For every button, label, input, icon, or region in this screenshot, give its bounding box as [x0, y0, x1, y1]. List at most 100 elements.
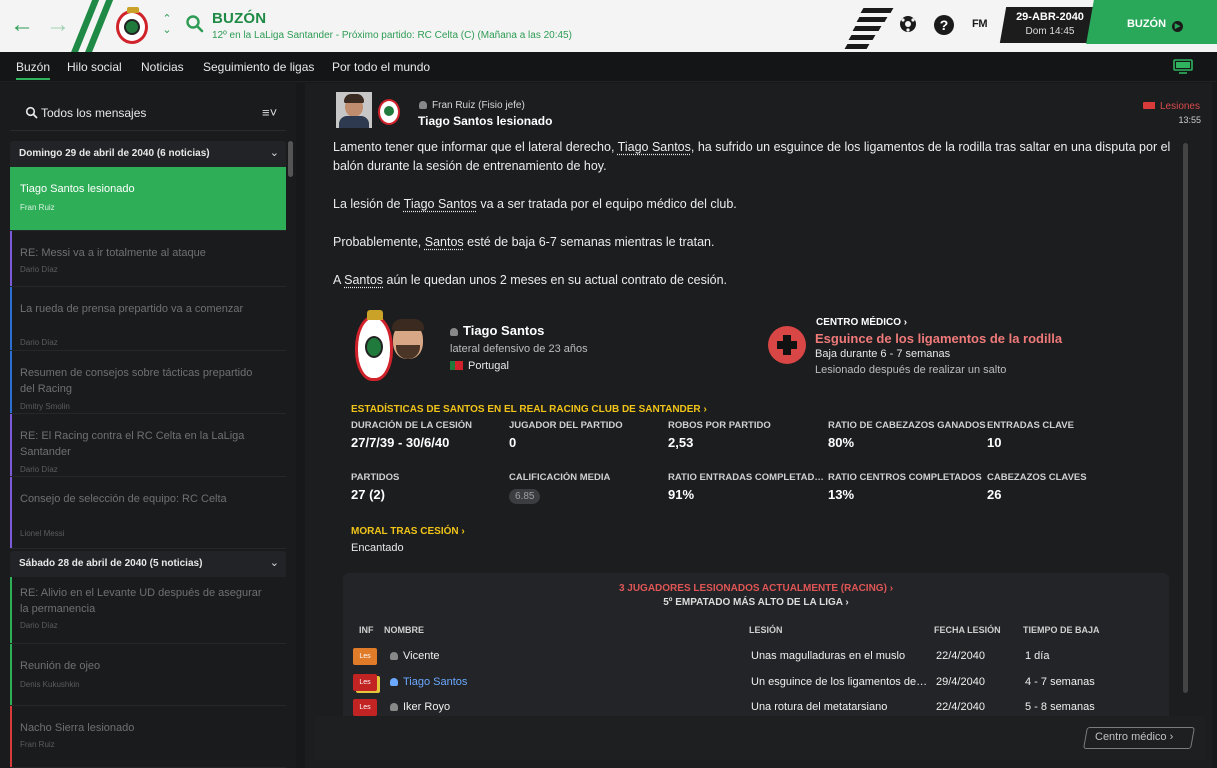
- search-icon[interactable]: [25, 106, 38, 119]
- stat-cross-completion: RATIO CENTROS COMPLETADOS 13%: [828, 472, 986, 502]
- stat-loan-duration: DURACIÓN DE LA CESIÓN 27/7/39 - 30/6/40: [351, 420, 509, 450]
- list-scrollbar[interactable]: [288, 141, 293, 177]
- league-status-subtitle[interactable]: 12º en la LaLiga Santander - Próximo par…: [212, 30, 572, 41]
- sender-name[interactable]: Fran Ruiz (Fisio jefe): [419, 100, 525, 111]
- message-title: Nacho Sierra lesionado: [20, 722, 135, 734]
- chevron-down-icon[interactable]: ⌄: [270, 556, 279, 569]
- list-item-message[interactable]: RE: Messi va a ir totalmente al ataque D…: [10, 231, 286, 287]
- injury-badge: Les: [353, 648, 377, 665]
- list-item-message[interactable]: RE: El Racing contra el RC Celta en la L…: [10, 414, 286, 477]
- tab-news[interactable]: Noticias: [141, 60, 184, 74]
- player-name-cell[interactable]: Tiago Santos: [390, 676, 467, 688]
- sender-name-text: Fran Ruiz (Fisio jefe): [432, 100, 525, 111]
- column-header-injury-date[interactable]: FECHA LESIÓN: [934, 625, 1001, 635]
- stats-header-link[interactable]: ESTADÍSTICAS DE SANTOS EN EL REAL RACING…: [351, 404, 707, 415]
- morale-link[interactable]: MORAL TRAS CESIÓN ›: [351, 526, 465, 537]
- forward-arrow-icon[interactable]: →: [46, 11, 70, 39]
- player-name-cell[interactable]: Iker Royo: [390, 701, 450, 713]
- injured-count-text: 3 JUGADORES LESIONADOS ACTUALMENTE (RACI…: [618, 583, 887, 594]
- list-item-message[interactable]: Consejo de selección de equipo: RC Celta…: [10, 477, 286, 549]
- league-rank-link[interactable]: 5º EMPATADO MÁS ALTO DE LA LIGA ›: [343, 597, 1169, 608]
- group-title: Sábado 28 de abril de 2040 (5 noticias): [19, 558, 203, 569]
- injury-cell: Un esguince de los ligamentos de la rodi…: [751, 676, 929, 688]
- stat-value: 27/7/39 - 30/6/40: [351, 435, 450, 450]
- message-title: La rueda de prensa prepartido va a comen…: [20, 303, 244, 315]
- list-item-message[interactable]: Tiago Santos lesionado Fran Ruiz: [10, 167, 286, 231]
- person-icon: [419, 101, 427, 109]
- person-icon: [390, 703, 398, 711]
- player-name-cell[interactable]: Vicente: [390, 650, 440, 662]
- body-text: va a ser tratada por el equipo médico de…: [476, 197, 737, 211]
- action-footer: [315, 716, 1205, 760]
- current-time: Dom 14:45: [1025, 26, 1075, 37]
- search-icon[interactable]: [185, 14, 205, 34]
- message-sender: Dario Díaz: [20, 465, 58, 474]
- column-header-info[interactable]: INF: [359, 625, 374, 635]
- stat-player-of-match: JUGADOR DEL PARTIDO 0: [509, 420, 667, 450]
- list-item-message[interactable]: La rueda de prensa prepartido va a comen…: [10, 287, 286, 351]
- player-nationality[interactable]: Portugal: [450, 360, 509, 372]
- message-title: Reunión de ojeo: [20, 660, 101, 672]
- stat-label: CABEZAZOS CLAVES: [987, 472, 1087, 483]
- message-sender: Lionel Messi: [20, 529, 65, 538]
- back-arrow-icon[interactable]: ←: [10, 11, 34, 39]
- list-item-message[interactable]: Nacho Sierra lesionado Fran Ruiz: [10, 706, 286, 768]
- medical-centre-link[interactable]: CENTRO MÉDICO ›: [816, 317, 907, 328]
- table-row[interactable]: Les Vicente Unas magulladuras en el musl…: [343, 646, 1169, 670]
- table-row[interactable]: Les Tiago Santos Un esguince de los liga…: [343, 672, 1169, 696]
- group-title: Domingo 29 de abril de 2040 (6 noticias): [19, 148, 210, 159]
- list-item-message[interactable]: Resumen de consejos sobre tácticas prepa…: [10, 351, 286, 414]
- column-header-name[interactable]: NOMBRE: [384, 625, 424, 635]
- help-icon[interactable]: ?: [934, 15, 954, 35]
- monitor-icon[interactable]: [1173, 59, 1193, 74]
- nationality-text: Portugal: [468, 360, 509, 372]
- club-crest-icon[interactable]: [378, 99, 400, 125]
- filter-label[interactable]: Todos los mensajes: [41, 106, 146, 120]
- inbox-list-panel: Todos los mensajes ≡˅ Domingo 29 de abri…: [0, 83, 296, 768]
- body-paragraph: Lamento tener que informar que el latera…: [333, 138, 1173, 176]
- chevron-down-icon[interactable]: ⌄: [270, 146, 279, 159]
- tab-inbox[interactable]: Buzón: [16, 60, 51, 80]
- list-item-message[interactable]: RE: Alivio en el Levante UD después de a…: [10, 577, 286, 644]
- message-title: Consejo de selección de equipo: RC Celta: [20, 493, 227, 505]
- message-category-tag[interactable]: Lesiones: [1142, 101, 1200, 112]
- rating-badge: 6.85: [509, 489, 541, 504]
- list-item-message[interactable]: Reunión de ojeo Denis Kukushkin: [10, 644, 286, 706]
- injury-name: Esguince de los ligamentos de la rodilla: [815, 331, 1063, 346]
- group-header-sunday[interactable]: Domingo 29 de abril de 2040 (6 noticias)…: [10, 141, 286, 167]
- group-header-saturday[interactable]: Sábado 28 de abril de 2040 (5 noticias) …: [10, 551, 286, 577]
- message-filter[interactable]: Todos los mensajes ≡˅: [10, 95, 286, 131]
- message-detail-panel: Fran Ruiz (Fisio jefe) Tiago Santos lesi…: [305, 83, 1212, 768]
- tab-social-feed[interactable]: Hilo social: [67, 60, 122, 74]
- club-crest-icon[interactable]: [116, 7, 148, 44]
- sort-menu-icon[interactable]: ≡˅: [262, 105, 277, 120]
- player-link[interactable]: Santos: [344, 273, 383, 287]
- stat-label: JUGADOR DEL PARTIDO: [509, 420, 623, 431]
- player-link[interactable]: Tiago Santos: [618, 140, 691, 154]
- player-name-text: Tiago Santos: [403, 676, 468, 688]
- medical-centre-button-label[interactable]: Centro médico ›: [1095, 731, 1173, 743]
- body-text: A: [333, 273, 345, 287]
- league-rank-text: 5º EMPATADO MÁS ALTO DE LA LIGA: [663, 597, 843, 608]
- fm-logo-icon[interactable]: FM: [972, 18, 988, 30]
- player-name[interactable]: Tiago Santos: [450, 323, 544, 338]
- app-window: ← → ⌃ ⌄ BUZÓN 12º en la LaLiga Santander …: [0, 0, 1217, 768]
- detail-scrollbar[interactable]: [1183, 143, 1188, 693]
- morale-label: MORAL TRAS CESIÓN: [351, 526, 459, 537]
- chevron-right-icon: ›: [889, 583, 894, 594]
- body-paragraph: A Santos aún le quedan unos 2 meses en s…: [333, 271, 1173, 290]
- injured-count-link[interactable]: 3 JUGADORES LESIONADOS ACTUALMENTE (RACI…: [343, 583, 1169, 594]
- continue-button-label[interactable]: BUZÓN ▶: [1100, 18, 1210, 32]
- body-text: La lesión de: [333, 197, 404, 211]
- column-header-time-out[interactable]: TIEMPO DE BAJA: [1023, 625, 1100, 635]
- stat-value: 2,53: [668, 435, 694, 450]
- sender-avatar[interactable]: [336, 92, 372, 128]
- column-header-injury[interactable]: LESIÓN: [749, 625, 783, 635]
- club-switch-chevrons-icon[interactable]: ⌃ ⌄: [161, 14, 173, 36]
- player-photo[interactable]: [389, 319, 429, 379]
- tab-around-the-world[interactable]: Por todo el mundo: [332, 60, 430, 74]
- tab-league-tracking[interactable]: Seguimiento de ligas: [203, 60, 314, 74]
- player-link[interactable]: Santos: [425, 235, 464, 249]
- football-icon[interactable]: [899, 15, 917, 33]
- player-link[interactable]: Tiago Santos: [404, 197, 477, 211]
